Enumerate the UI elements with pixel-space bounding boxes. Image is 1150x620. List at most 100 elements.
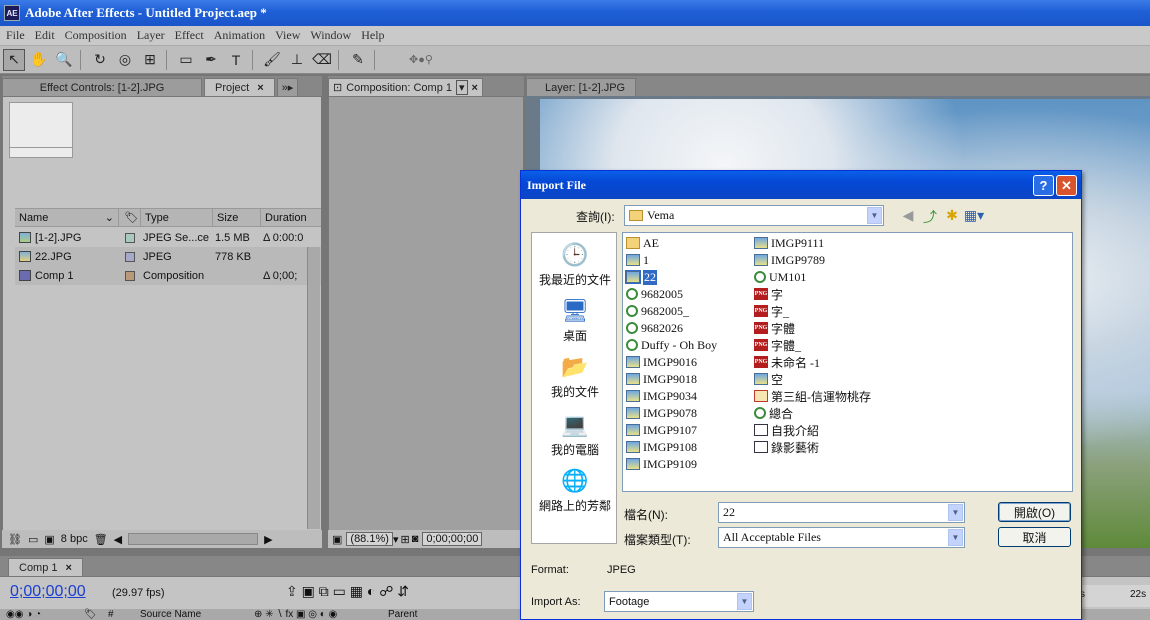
close-icon[interactable]: × xyxy=(257,82,263,94)
pen-tool-icon[interactable]: ✒ xyxy=(200,49,222,71)
grid-icon[interactable]: ⊞ xyxy=(400,533,409,546)
tab-layer[interactable]: Layer: [1-2].JPG xyxy=(526,78,637,96)
menu-effect[interactable]: Effect xyxy=(175,28,204,43)
filename-input[interactable]: 22 ▼ xyxy=(718,502,965,523)
bit-depth-button[interactable]: 8 bpc xyxy=(61,533,88,545)
file-item[interactable]: PNG 字_ xyxy=(754,303,789,319)
file-item[interactable]: IMGP9109 xyxy=(626,456,697,472)
zoom-dropdown[interactable]: (88.1%) xyxy=(346,532,393,546)
close-icon[interactable]: × xyxy=(66,562,72,574)
file-item[interactable]: 總合 xyxy=(754,405,793,421)
orbit-camera-icon[interactable]: ◎ xyxy=(114,49,136,71)
file-item[interactable]: IMGP9108 xyxy=(626,439,697,455)
file-item[interactable]: PNG 字 xyxy=(754,286,783,302)
file-item[interactable]: 9682005 xyxy=(626,286,683,302)
close-icon[interactable]: × xyxy=(472,82,478,94)
rotate-tool-icon[interactable]: ↻ xyxy=(89,49,111,71)
chevron-down-icon[interactable]: ▼ xyxy=(948,504,963,521)
file-item[interactable]: IMGP9107 xyxy=(626,422,697,438)
file-item[interactable]: PNG 字體 xyxy=(754,320,795,336)
file-item[interactable]: PNG 未命名 -1 xyxy=(754,354,820,370)
brush-tool-icon[interactable]: 🖌 xyxy=(261,49,283,71)
menu-edit[interactable]: Edit xyxy=(35,28,55,43)
up-folder-icon[interactable]: ⤴ xyxy=(919,207,941,227)
tab-effect-controls[interactable]: Effect Controls: [1-2].JPG xyxy=(2,78,202,96)
panel-menu-icon[interactable]: »▸ xyxy=(276,78,299,96)
chevron-down-icon[interactable]: ▾ xyxy=(456,80,468,95)
pan-behind-icon[interactable]: ⊞ xyxy=(139,49,161,71)
chevron-down-icon[interactable]: ▼ xyxy=(948,529,963,546)
camera-icon[interactable]: ◙ xyxy=(412,533,419,545)
file-item[interactable]: UM101 xyxy=(754,269,806,285)
tab-comp-1[interactable]: Comp 1 × xyxy=(8,558,83,576)
project-scrollbar[interactable] xyxy=(307,247,320,529)
place-recent[interactable]: 🕒 我最近的文件 xyxy=(532,241,618,288)
menu-animation[interactable]: Animation xyxy=(214,28,265,43)
file-item[interactable]: IMGP9789 xyxy=(754,252,825,268)
filetype-dropdown[interactable]: All Acceptable Files ▼ xyxy=(718,527,965,548)
hand-tool-icon[interactable]: ✋ xyxy=(28,49,50,71)
file-item[interactable]: PNG 字體_ xyxy=(754,337,801,353)
menu-window[interactable]: Window xyxy=(310,28,351,43)
file-item[interactable]: 9682005_ xyxy=(626,303,689,319)
column-type[interactable]: Type xyxy=(141,209,213,226)
file-item[interactable]: 22 xyxy=(625,269,657,285)
new-folder-icon[interactable]: ▭ xyxy=(28,533,38,546)
file-list[interactable]: AE 1 22 9682005 9682005_ 9682026 Duffy - Oh Bo… xyxy=(622,232,1073,492)
table-row[interactable]: 22.JPG JPEG 778 KB xyxy=(15,247,321,266)
file-item[interactable]: IMGP9078 xyxy=(626,405,697,421)
menu-composition[interactable]: Composition xyxy=(65,28,127,43)
tab-project[interactable]: Project × xyxy=(204,78,275,96)
column-duration[interactable]: Duration xyxy=(261,209,321,226)
rectangle-mask-icon[interactable]: ▭ xyxy=(175,49,197,71)
interpret-footage-icon[interactable]: ⛓ xyxy=(8,533,22,546)
help-button[interactable]: ? xyxy=(1033,175,1054,196)
av-switches-icon[interactable]: ◉◉ ◑ ◔ xyxy=(6,609,41,620)
close-button[interactable]: ✕ xyxy=(1056,175,1077,196)
trash-icon[interactable]: 🗑 xyxy=(94,533,108,546)
column-name[interactable]: Name ⌄ xyxy=(15,209,119,226)
place-network[interactable]: 🌐 網路上的芳鄰 xyxy=(532,467,618,514)
file-item[interactable]: IMGP9034 xyxy=(626,388,697,404)
cancel-button[interactable]: 取消 xyxy=(998,527,1071,547)
horizontal-scrollbar[interactable] xyxy=(128,533,259,545)
import-as-dropdown[interactable]: Footage ▼ xyxy=(604,591,754,612)
source-name-header[interactable]: Source Name xyxy=(140,609,201,620)
tab-composition[interactable]: ⊡ Composition: Comp 1 ▾ × xyxy=(328,78,483,96)
file-item[interactable]: IMGP9018 xyxy=(626,371,697,387)
place-my-computer[interactable]: 💻 我的電腦 xyxy=(532,411,618,458)
scroll-left-icon[interactable]: ◀ xyxy=(114,533,122,546)
menu-file[interactable]: File xyxy=(6,28,25,43)
menu-view[interactable]: View xyxy=(275,28,300,43)
look-in-dropdown[interactable]: Vema ▼ xyxy=(624,205,884,226)
time-ruler[interactable]: s 22s xyxy=(1078,585,1150,607)
table-row[interactable]: Comp 1 Composition Δ 0;00; xyxy=(15,266,321,285)
timeline-tools-icons[interactable]: ⇪ ▣ ⧉ ▭ ▦ ◐ ☍ ⇵ xyxy=(286,583,409,600)
place-desktop[interactable]: 🖥 桌面 xyxy=(532,297,618,344)
file-item[interactable]: 1 xyxy=(626,252,649,268)
new-comp-icon[interactable]: ▣ xyxy=(44,533,54,546)
column-size[interactable]: Size xyxy=(213,209,261,226)
timeline-timecode[interactable]: 0;00;00;00 xyxy=(10,583,86,601)
menu-help[interactable]: Help xyxy=(361,28,384,43)
clone-stamp-icon[interactable]: ⊥ xyxy=(286,49,308,71)
file-item[interactable]: 9682026 xyxy=(626,320,683,336)
file-item[interactable]: IMGP9111 xyxy=(754,235,824,251)
view-menu-icon[interactable]: ▦▾ xyxy=(963,207,985,227)
selection-tool-icon[interactable]: ↖ xyxy=(3,48,25,71)
chevron-down-icon[interactable]: ▾ xyxy=(393,533,399,546)
back-icon[interactable]: ◀ xyxy=(897,207,919,227)
file-item[interactable]: 第三組-信運物桃存 xyxy=(754,388,871,404)
type-tool-icon[interactable]: T xyxy=(225,49,247,71)
eraser-icon[interactable]: ⌫ xyxy=(311,49,333,71)
chevron-down-icon[interactable]: ▼ xyxy=(867,207,882,224)
always-preview-icon[interactable]: ▣ xyxy=(332,533,342,546)
zoom-tool-icon[interactable]: 🔍 xyxy=(53,49,75,71)
menu-layer[interactable]: Layer xyxy=(137,28,165,43)
chevron-down-icon[interactable]: ▼ xyxy=(737,593,752,610)
label-column-tag-icon[interactable]: 🏷 xyxy=(119,209,141,226)
file-item[interactable]: Duffy - Oh Boy xyxy=(626,337,717,353)
current-time-display[interactable]: 0;00;00;00 xyxy=(422,532,483,546)
file-item[interactable]: 錄影藝術 xyxy=(754,439,819,455)
scroll-right-icon[interactable]: ▶ xyxy=(264,533,272,546)
